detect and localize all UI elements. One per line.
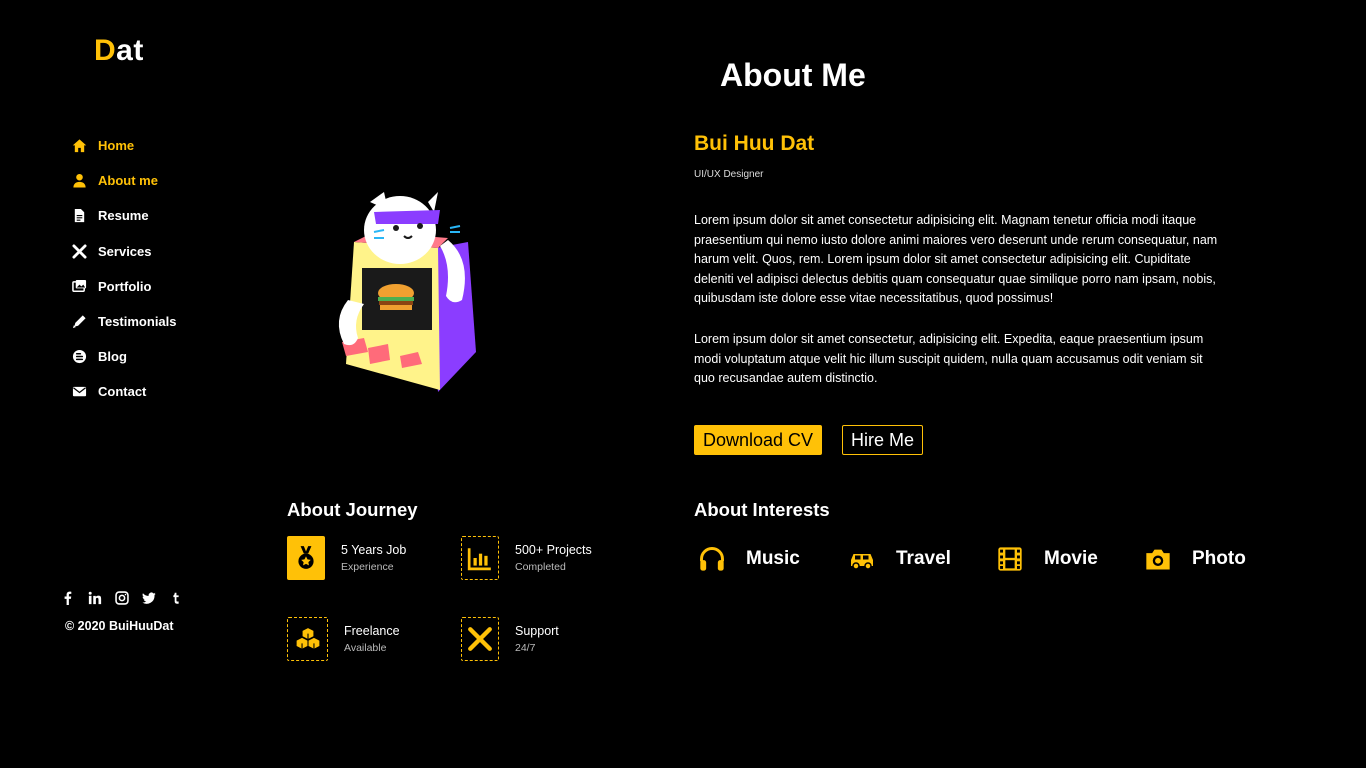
person-role: UI/UX Designer bbox=[694, 169, 764, 180]
arcade-cat-illustration bbox=[318, 180, 488, 402]
interest-label: Music bbox=[746, 548, 800, 569]
linkedin-icon[interactable] bbox=[87, 590, 102, 605]
nav-label: Blog bbox=[98, 349, 127, 365]
nav-item-services[interactable]: Services bbox=[70, 234, 177, 269]
nav-label: Contact bbox=[98, 384, 147, 400]
interest-movie[interactable]: Movie bbox=[994, 544, 1098, 574]
nav-item-home[interactable]: Home bbox=[70, 128, 177, 163]
journey-item-subtitle: Experience bbox=[341, 561, 394, 573]
journey-item-title: Freelance bbox=[344, 624, 400, 638]
images-icon bbox=[70, 277, 88, 295]
envelope-icon bbox=[70, 383, 88, 401]
tools-icon bbox=[70, 242, 88, 260]
interest-label: Travel bbox=[896, 548, 951, 569]
social-links bbox=[60, 590, 183, 605]
journey-item: Support 24/7 bbox=[461, 617, 559, 661]
copyright-text: © 2020 BuiHuuDat bbox=[65, 619, 174, 633]
home-icon bbox=[70, 137, 88, 155]
journey-item-subtitle: Available bbox=[344, 642, 387, 654]
about-paragraph: Lorem ipsum dolor sit amet consectetur a… bbox=[694, 213, 1218, 305]
user-icon bbox=[70, 172, 88, 190]
journey-item: 500+ Projects Completed bbox=[461, 536, 592, 580]
file-icon bbox=[70, 207, 88, 225]
nav-label: Home bbox=[98, 138, 135, 154]
logo-first-letter: D bbox=[94, 34, 117, 67]
journey-item-subtitle: Completed bbox=[515, 561, 566, 573]
chart-icon bbox=[461, 536, 499, 580]
journey-title: About Journey bbox=[287, 499, 418, 520]
cubes-icon bbox=[287, 617, 328, 661]
nav-label: Portfolio bbox=[98, 278, 152, 294]
download-cv-button[interactable]: Download CV bbox=[694, 425, 822, 455]
nav-label: Testimonials bbox=[98, 314, 177, 330]
nav-item-testimonials[interactable]: Testimonials bbox=[70, 304, 177, 339]
medal-icon bbox=[287, 536, 325, 580]
interest-label: Movie bbox=[1044, 548, 1098, 569]
camera-icon bbox=[1142, 544, 1174, 574]
nav-label: About me bbox=[98, 173, 158, 189]
tumblr-icon[interactable] bbox=[168, 590, 183, 605]
interest-music[interactable]: Music bbox=[696, 544, 800, 574]
nav-label: Services bbox=[98, 243, 152, 259]
sidebar-nav: Home About me Resume Services Portfolio … bbox=[70, 128, 177, 410]
journey-item-title: 5 Years Job bbox=[341, 543, 407, 557]
nav-item-about[interactable]: About me bbox=[70, 163, 177, 198]
journey-item-subtitle: 24/7 bbox=[515, 642, 536, 654]
facebook-icon[interactable] bbox=[60, 590, 75, 605]
nav-item-portfolio[interactable]: Portfolio bbox=[70, 269, 177, 304]
interest-photo[interactable]: Photo bbox=[1142, 544, 1246, 574]
about-paragraph: Lorem ipsum dolor sit amet consectetur, … bbox=[694, 332, 1204, 385]
logo-rest: at bbox=[116, 34, 144, 67]
headphones-icon bbox=[696, 544, 728, 574]
blogger-icon bbox=[70, 348, 88, 366]
film-icon bbox=[994, 544, 1026, 574]
journey-item: Freelance Available bbox=[287, 617, 400, 661]
nav-label: Resume bbox=[98, 208, 149, 224]
car-icon bbox=[846, 544, 878, 574]
instagram-icon[interactable] bbox=[114, 590, 129, 605]
journey-item-title: Support bbox=[515, 624, 559, 638]
site-logo[interactable]: Dat bbox=[94, 34, 144, 68]
page-title: About Me bbox=[720, 57, 866, 93]
nav-item-resume[interactable]: Resume bbox=[70, 198, 177, 233]
hire-me-button[interactable]: Hire Me bbox=[842, 425, 923, 455]
pen-icon bbox=[70, 313, 88, 331]
interest-travel[interactable]: Travel bbox=[846, 544, 951, 574]
nav-item-blog[interactable]: Blog bbox=[70, 339, 177, 374]
person-name: Bui Huu Dat bbox=[694, 132, 815, 155]
nav-item-contact[interactable]: Contact bbox=[70, 374, 177, 409]
interests-title: About Interests bbox=[694, 499, 830, 520]
tools-icon bbox=[461, 617, 499, 661]
twitter-icon[interactable] bbox=[141, 590, 156, 605]
journey-item: 5 Years Job Experience bbox=[287, 536, 406, 580]
interest-label: Photo bbox=[1192, 548, 1246, 569]
journey-item-title: 500+ Projects bbox=[515, 543, 592, 557]
